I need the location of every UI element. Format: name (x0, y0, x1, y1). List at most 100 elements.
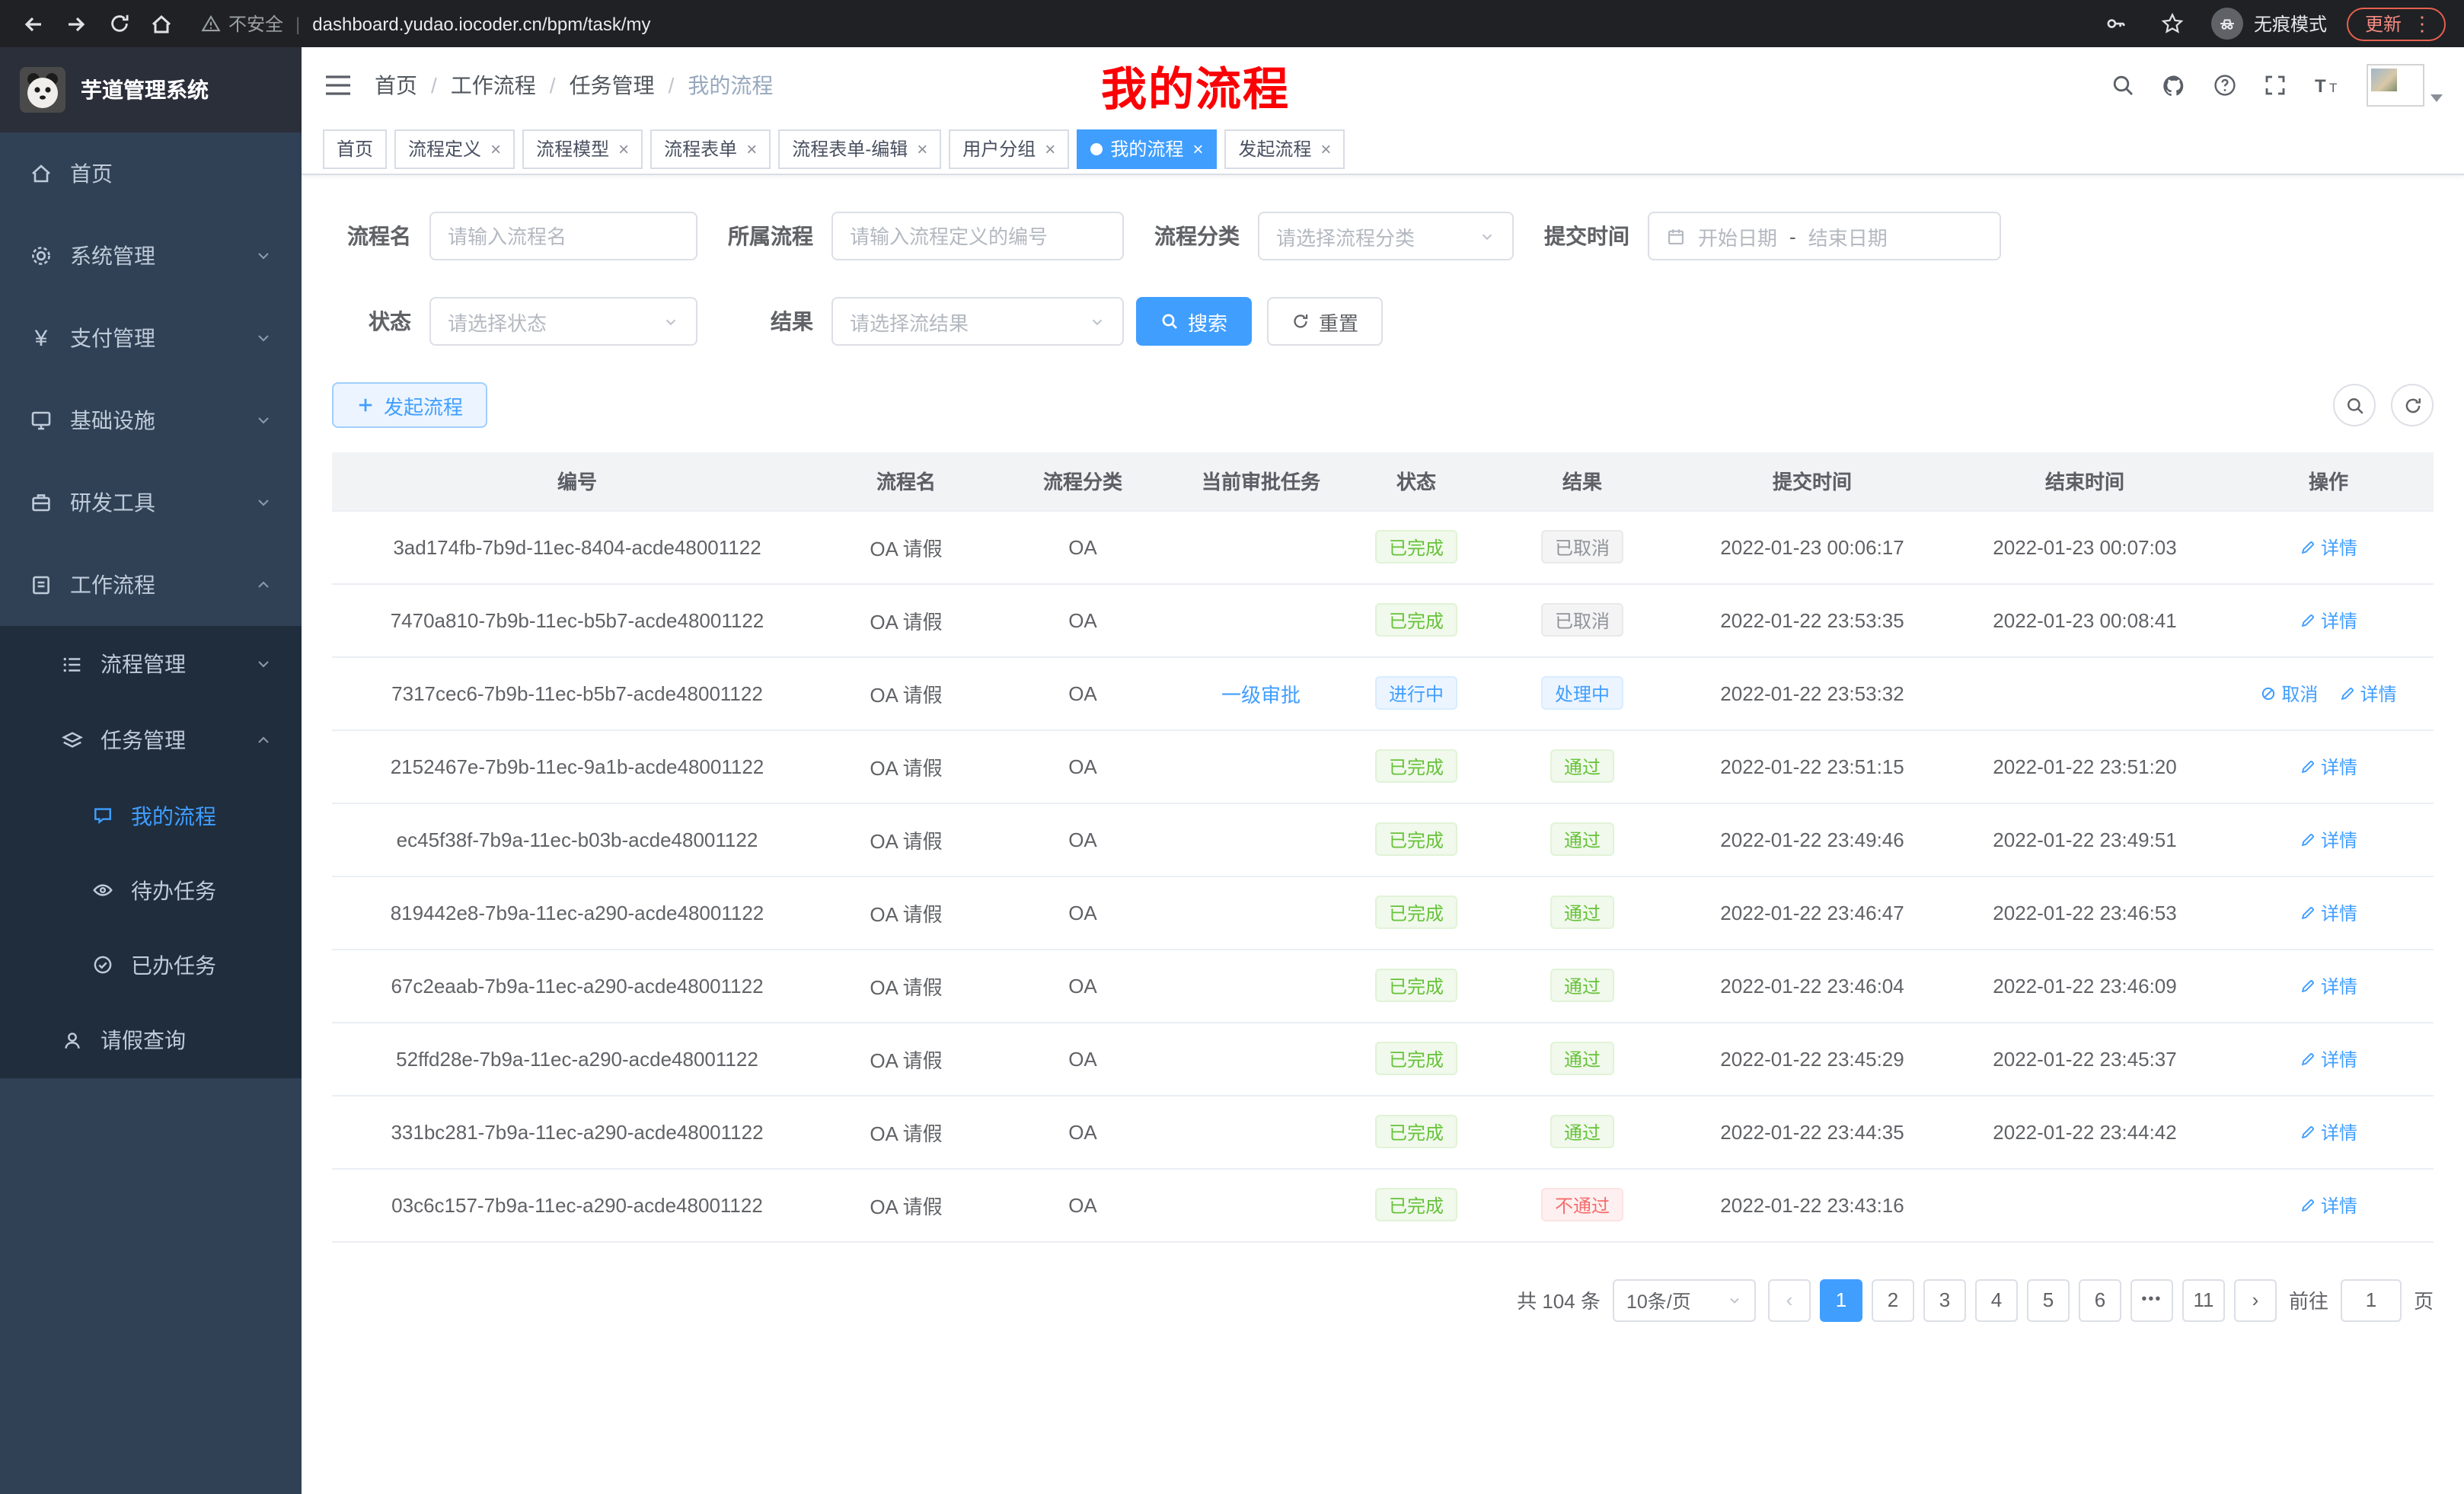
bookmark-star-icon[interactable] (2155, 5, 2191, 42)
process-def-input[interactable] (850, 225, 1106, 247)
detail-link[interactable]: 详情 (2300, 534, 2357, 560)
chevron-down-icon (254, 411, 273, 429)
category-select[interactable]: 请选择流程分类 (1258, 212, 1514, 260)
cell-end-time: 2022-01-22 23:49:51 (1946, 803, 2223, 876)
cell-end-time (1946, 656, 2223, 729)
close-icon[interactable]: × (490, 138, 501, 159)
search-button[interactable]: 搜索 (1136, 297, 1252, 346)
more-pages-icon[interactable]: ••• (2130, 1279, 2173, 1321)
help-icon[interactable] (2213, 73, 2237, 97)
detail-link[interactable]: 详情 (2300, 1119, 2357, 1144)
browser-forward-icon[interactable] (58, 5, 94, 42)
browser-back-icon[interactable] (15, 5, 52, 42)
reset-button[interactable]: 重置 (1267, 297, 1383, 346)
page-button-5[interactable]: 5 (2027, 1279, 2070, 1321)
detail-link[interactable]: 详情 (2300, 1045, 2357, 1071)
process-name-input[interactable] (448, 225, 679, 247)
address-bar[interactable]: 不安全 | dashboard.yudao.iocoder.cn/bpm/tas… (201, 11, 2077, 37)
list-icon (59, 653, 84, 675)
update-button[interactable]: 更新 ⋮ (2347, 7, 2446, 40)
close-icon[interactable]: × (917, 138, 927, 159)
sidebar-item-workflow[interactable]: 工作流程 (0, 544, 302, 626)
page-button-2[interactable]: 2 (1872, 1279, 1914, 1321)
breadcrumb-task-mgmt[interactable]: 任务管理 (570, 70, 655, 101)
detail-link[interactable]: 详情 (2300, 826, 2357, 852)
toggle-search-icon[interactable] (2333, 384, 2376, 426)
detail-link[interactable]: 详情 (2300, 1192, 2357, 1218)
status-select[interactable]: 请选择状态 (429, 297, 697, 346)
cancel-link[interactable]: 取消 (2260, 680, 2318, 706)
font-size-icon[interactable]: TT (2313, 73, 2341, 97)
chevron-down-icon (1727, 1292, 1742, 1307)
next-page-button[interactable]: › (2234, 1279, 2277, 1321)
current-task-link[interactable]: 一级审批 (1221, 683, 1301, 706)
password-key-icon[interactable] (2099, 5, 2135, 42)
calendar-icon (1666, 226, 1686, 246)
sidebar-item-devtools[interactable]: 研发工具 (0, 461, 302, 544)
cell-submit-time: 2022-01-22 23:51:15 (1678, 729, 1946, 803)
goto-page-input[interactable] (2341, 1279, 2402, 1321)
close-icon[interactable]: × (618, 138, 629, 159)
tab-user-group[interactable]: 用户分组× (949, 129, 1069, 168)
sidebar-item-leave-query[interactable]: 请假查询 (0, 1002, 302, 1078)
breadcrumb-home[interactable]: 首页 (375, 70, 417, 101)
close-icon[interactable]: × (1320, 138, 1331, 159)
create-process-button[interactable]: 发起流程 (332, 382, 487, 428)
sidebar-item-home[interactable]: 首页 (0, 132, 302, 215)
result-select[interactable]: 请选择流结果 (831, 297, 1124, 346)
prev-page-button[interactable]: ‹ (1768, 1279, 1811, 1321)
sidebar-item-payment[interactable]: ¥ 支付管理 (0, 297, 302, 379)
submit-time-range[interactable]: 开始日期 - 结束日期 (1648, 212, 2001, 260)
close-icon[interactable]: × (746, 138, 757, 159)
sidebar-item-done-tasks[interactable]: 已办任务 (0, 927, 302, 1002)
tab-home[interactable]: 首页 (323, 129, 387, 168)
cell-submit-time: 2022-01-22 23:53:35 (1678, 583, 1946, 656)
status-badge: 已完成 (1375, 1115, 1457, 1148)
tab-process-form-edit[interactable]: 流程表单-编辑× (778, 129, 941, 168)
tab-process-model[interactable]: 流程模型× (522, 129, 643, 168)
chevron-down-icon (254, 329, 273, 347)
sidebar-item-my-process[interactable]: 我的流程 (0, 778, 302, 853)
page-button-6[interactable]: 6 (2079, 1279, 2121, 1321)
breadcrumb-workflow[interactable]: 工作流程 (451, 70, 536, 101)
page-button-3[interactable]: 3 (1923, 1279, 1966, 1321)
detail-link[interactable]: 详情 (2300, 899, 2357, 925)
chevron-down-icon (254, 493, 273, 512)
sidebar-item-task-mgmt[interactable]: 任务管理 (0, 702, 302, 778)
sidebar-item-todo-tasks[interactable]: 待办任务 (0, 853, 302, 927)
tab-process-form[interactable]: 流程表单× (650, 129, 771, 168)
chevron-down-icon (254, 247, 273, 265)
url-text[interactable]: dashboard.yudao.iocoder.cn/bpm/task/my (312, 13, 650, 34)
refresh-table-icon[interactable] (2391, 384, 2434, 426)
sidebar-toggle-icon[interactable] (302, 73, 375, 97)
page-button-11[interactable]: 11 (2182, 1279, 2225, 1321)
close-icon[interactable]: × (1192, 138, 1203, 159)
cell-submit-time: 2022-01-22 23:45:29 (1678, 1022, 1946, 1095)
detail-link[interactable]: 详情 (2300, 753, 2357, 779)
page-button-4[interactable]: 4 (1975, 1279, 2018, 1321)
svg-text:T: T (2329, 81, 2337, 95)
status-badge: 进行中 (1375, 676, 1457, 710)
tab-my-process[interactable]: 我的流程× (1077, 129, 1217, 168)
table-row: 819442e8-7b9a-11ec-a290-acde48001122 OA … (332, 876, 2434, 949)
detail-link[interactable]: 详情 (2300, 972, 2357, 998)
tab-process-definition[interactable]: 流程定义× (394, 129, 515, 168)
github-icon[interactable] (2161, 72, 2187, 98)
sidebar-item-process-mgmt[interactable]: 流程管理 (0, 626, 302, 702)
page-button-1[interactable]: 1 (1820, 1279, 1862, 1321)
fullscreen-icon[interactable] (2263, 73, 2287, 97)
close-icon[interactable]: × (1045, 138, 1055, 159)
address-divider: | (295, 13, 300, 34)
avatar[interactable] (2367, 64, 2424, 107)
header-search-icon[interactable] (2111, 73, 2135, 97)
page-size-select[interactable]: 10条/页 (1613, 1279, 1756, 1321)
detail-link[interactable]: 详情 (2339, 680, 2397, 706)
sidebar-item-system[interactable]: 系统管理 (0, 215, 302, 297)
sidebar-item-infrastructure[interactable]: 基础设施 (0, 379, 302, 461)
detail-link[interactable]: 详情 (2300, 607, 2357, 633)
cell-category: OA (990, 729, 1176, 803)
browser-reload-icon[interactable] (101, 5, 137, 42)
tab-start-process[interactable]: 发起流程× (1224, 129, 1345, 168)
user-menu[interactable] (2367, 64, 2443, 107)
browser-home-icon[interactable] (143, 5, 180, 42)
